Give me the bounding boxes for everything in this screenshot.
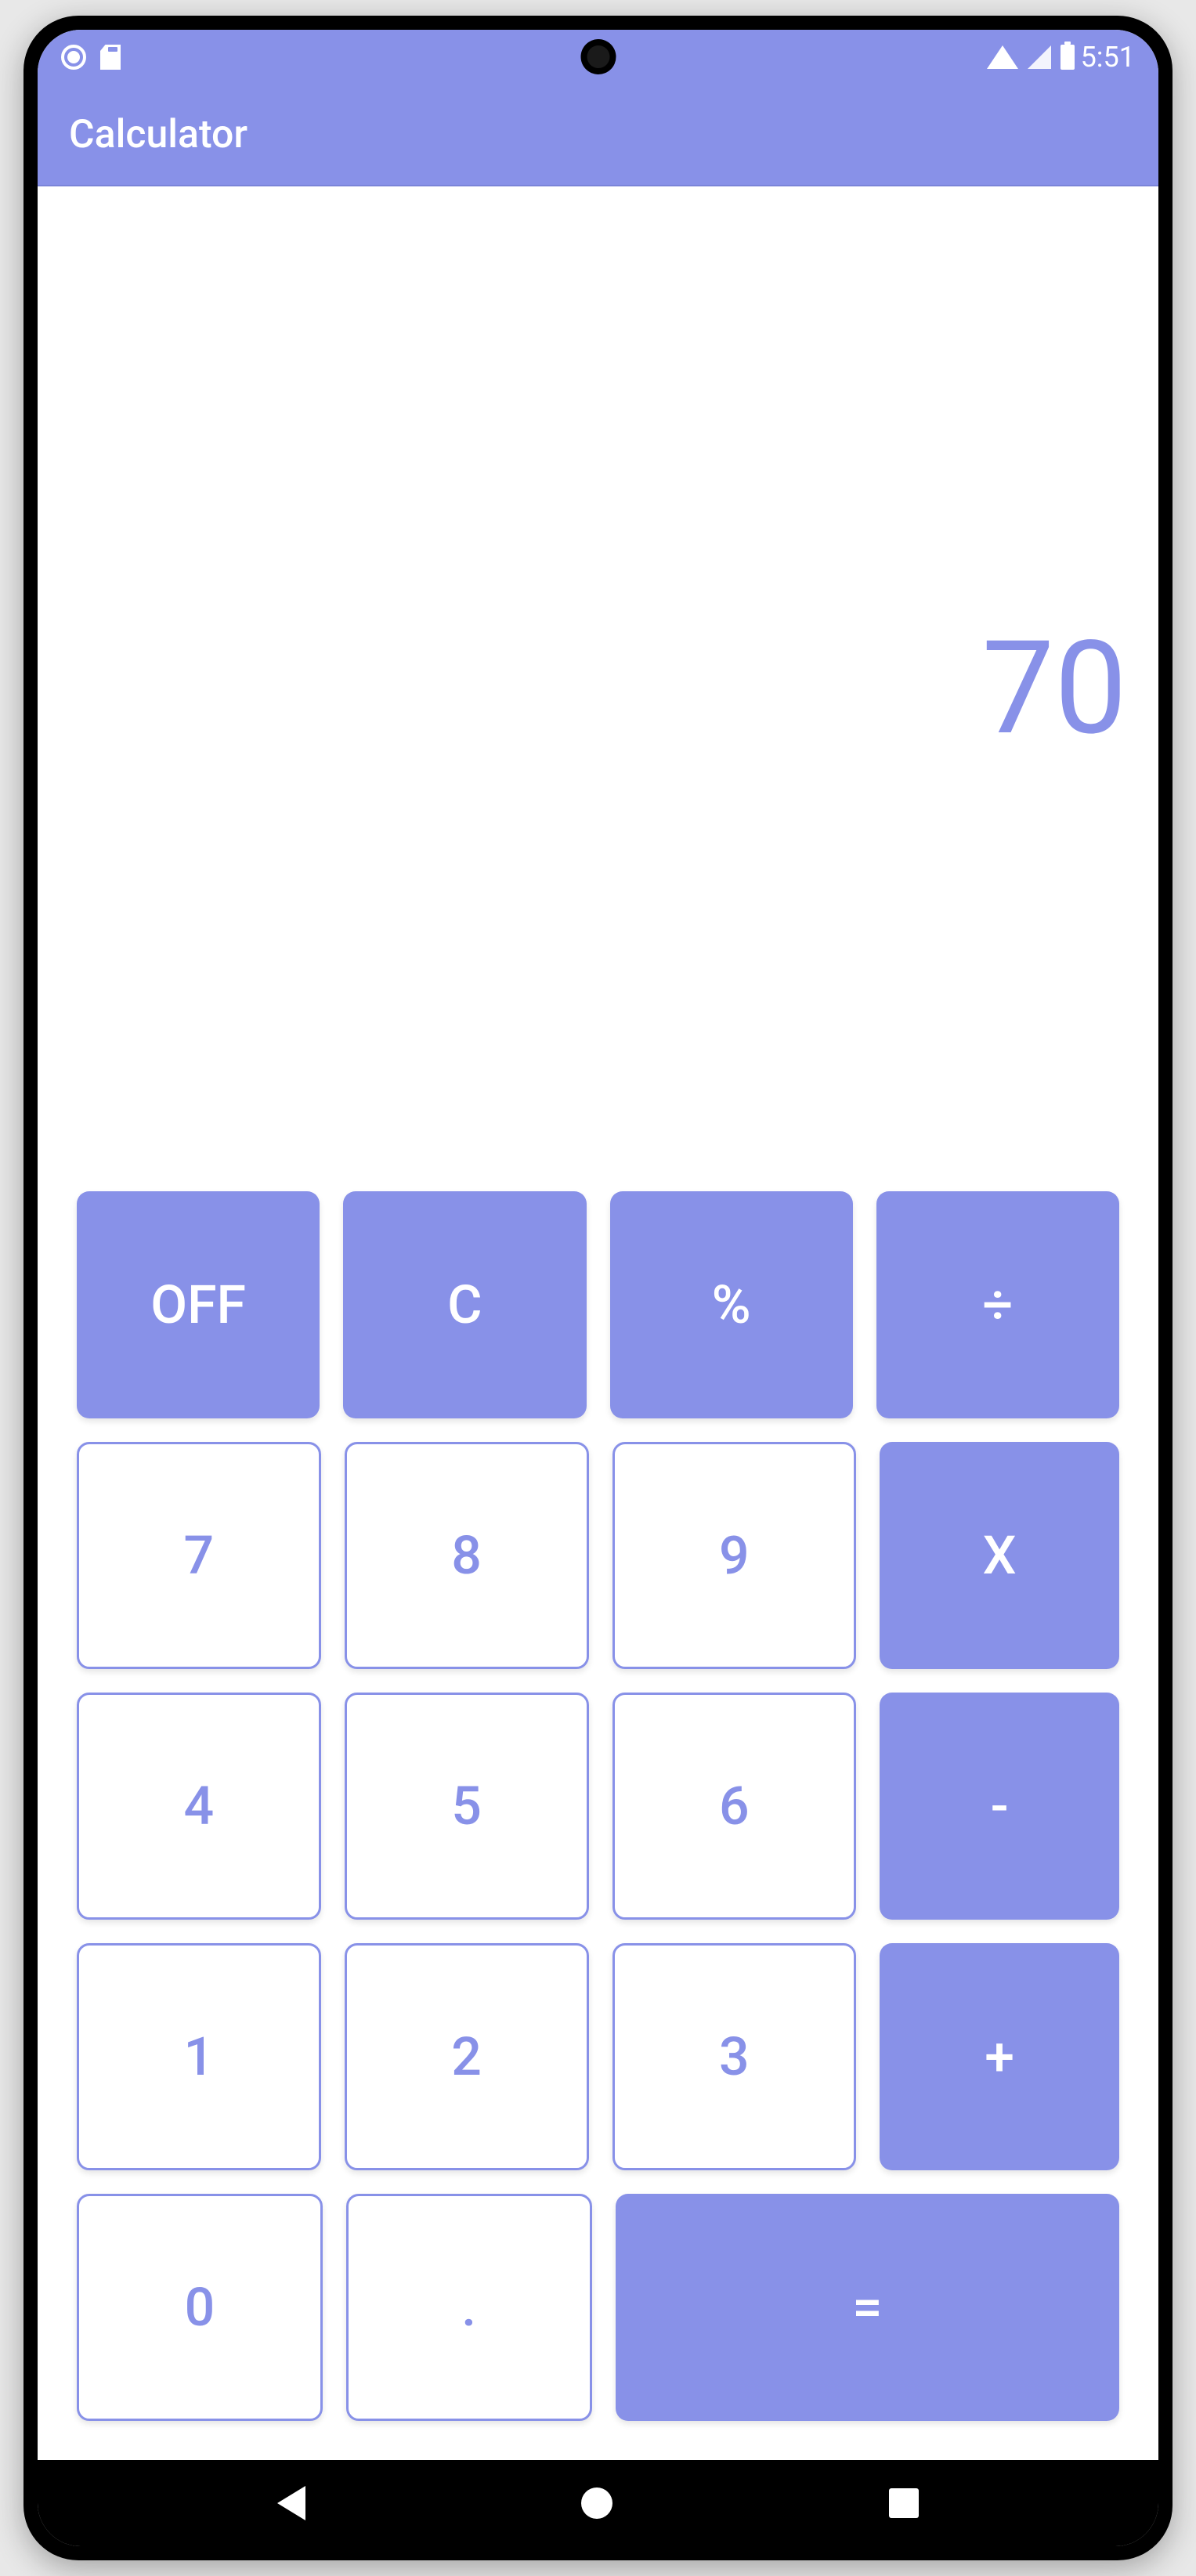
keypad-row-4: 1 2 3 + <box>77 1943 1119 2170</box>
zero-button[interactable]: 0 <box>77 2194 323 2421</box>
app-title: Calculator <box>69 112 248 157</box>
display-value: 70 <box>982 613 1127 764</box>
four-button[interactable]: 4 <box>77 1693 321 1920</box>
status-left <box>61 45 121 70</box>
keypad-row-2: 7 8 9 X <box>77 1442 1119 1669</box>
navigation-bar <box>38 2460 1158 2546</box>
two-button[interactable]: 2 <box>345 1943 589 2170</box>
decimal-button[interactable]: . <box>346 2194 592 2421</box>
phone-device: 5:51 Calculator 70 OFF C % ÷ 7 8 <box>0 0 1196 2576</box>
add-button[interactable]: + <box>880 1943 1119 2170</box>
seven-button[interactable]: 7 <box>77 1442 321 1669</box>
status-circle-icon <box>61 45 86 70</box>
camera-notch <box>580 39 616 74</box>
signal-icon <box>1028 45 1051 69</box>
battery-icon <box>1061 45 1075 70</box>
keypad-row-3: 4 5 6 - <box>77 1693 1119 1920</box>
nine-button[interactable]: 9 <box>612 1442 857 1669</box>
sd-card-icon <box>100 45 121 70</box>
subtract-button[interactable]: - <box>880 1693 1119 1920</box>
app-bar: Calculator <box>38 85 1158 186</box>
keypad: OFF C % ÷ 7 8 9 X 4 5 6 - <box>38 1191 1158 2460</box>
clock-text: 5:51 <box>1081 41 1135 74</box>
phone-frame: 5:51 Calculator 70 OFF C % ÷ 7 8 <box>23 16 1173 2560</box>
one-button[interactable]: 1 <box>77 1943 321 2170</box>
percent-button[interactable]: % <box>610 1191 853 1418</box>
recent-apps-button[interactable] <box>889 2488 919 2518</box>
eight-button[interactable]: 8 <box>345 1442 589 1669</box>
screen: 5:51 Calculator 70 OFF C % ÷ 7 8 <box>38 30 1158 2546</box>
keypad-row-1: OFF C % ÷ <box>77 1191 1119 1418</box>
three-button[interactable]: 3 <box>612 1943 857 2170</box>
home-button[interactable] <box>581 2487 612 2519</box>
status-right: 5:51 <box>987 41 1135 74</box>
back-button[interactable] <box>277 2486 305 2520</box>
five-button[interactable]: 5 <box>345 1693 589 1920</box>
six-button[interactable]: 6 <box>612 1693 857 1920</box>
multiply-button[interactable]: X <box>880 1442 1119 1669</box>
equals-button[interactable]: = <box>616 2194 1119 2421</box>
divide-button[interactable]: ÷ <box>876 1191 1119 1418</box>
keypad-row-5: 0 . = <box>77 2194 1119 2421</box>
calculator-display: 70 <box>38 186 1158 1191</box>
off-button[interactable]: OFF <box>77 1191 320 1418</box>
wifi-icon <box>987 45 1018 69</box>
clear-button[interactable]: C <box>343 1191 586 1418</box>
